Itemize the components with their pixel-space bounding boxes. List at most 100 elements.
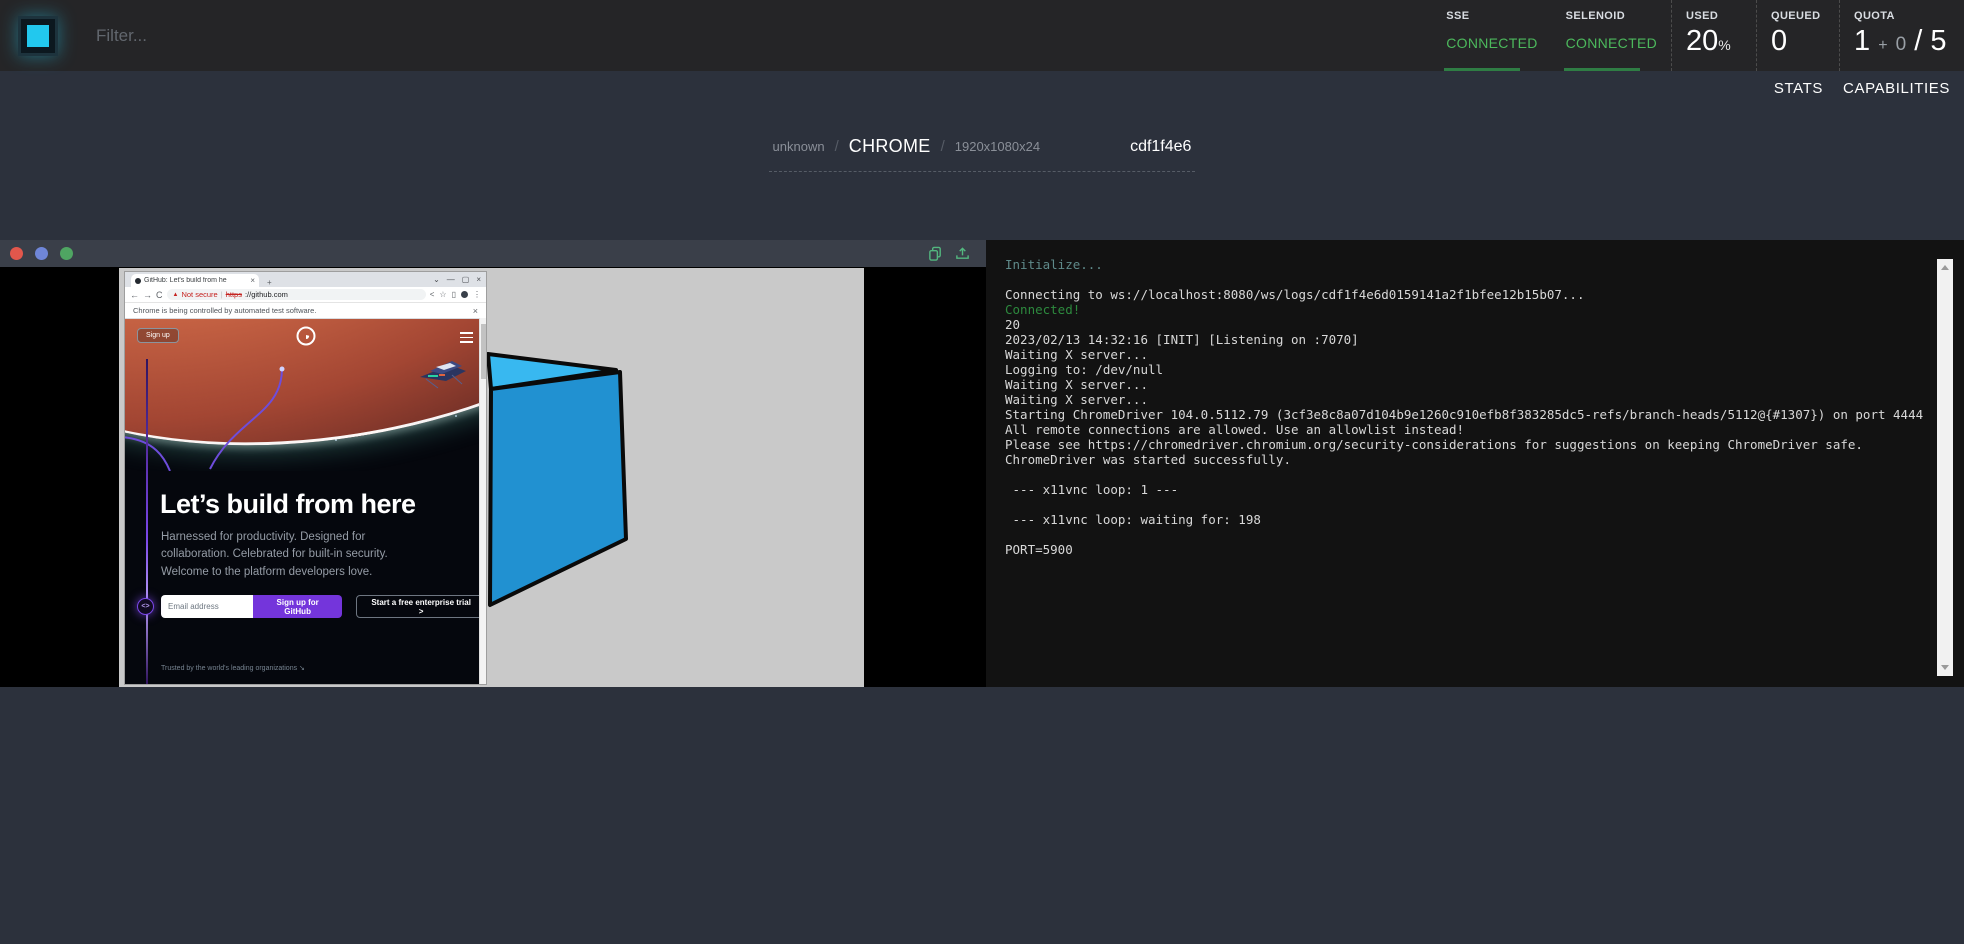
session-log-panel: Initialize... Connecting to ws://localho… <box>986 240 1964 687</box>
used-value: 20% <box>1686 25 1742 58</box>
top-bar: SSE CONNECTED SELENOID CONNECTED USED 20… <box>0 0 1964 71</box>
spaceship-art <box>416 357 468 391</box>
log-output: Initialize... Connecting to ws://localho… <box>986 240 1964 557</box>
tab-group-icon[interactable]: ▯ <box>452 290 456 299</box>
log-line: Connected! <box>1005 302 1924 317</box>
browser-menu-caret-icon[interactable]: ⌄ <box>433 275 440 284</box>
new-tab-button[interactable]: + <box>267 278 272 287</box>
vnc-body: GitHub: Let's build from he × + ⌄ — ▢ × … <box>0 267 986 687</box>
status-selenoid: SELENOID CONNECTED <box>1552 0 1671 71</box>
log-line: Please see https://chromedriver.chromium… <box>1005 437 1924 452</box>
quota-value: 1 + 0 / 5 <box>1854 25 1950 58</box>
window-close-button[interactable] <box>10 247 23 260</box>
selenoid-ui-logo[interactable] <box>18 16 58 56</box>
quota-label: QUOTA <box>1854 10 1950 22</box>
address-bar[interactable]: ▲ Not secure | https ://github.com <box>167 289 426 300</box>
sse-connected-indicator <box>1444 68 1520 71</box>
browser-tabstrip: GitHub: Let's build from he × + ⌄ — ▢ × <box>125 272 486 287</box>
tab-stats[interactable]: STATS <box>1774 80 1823 97</box>
remote-chrome-browser: GitHub: Let's build from he × + ⌄ — ▢ × … <box>124 271 487 685</box>
url-text: ://github.com <box>245 290 288 299</box>
vnc-remote-screen[interactable]: GitHub: Let's build from he × + ⌄ — ▢ × … <box>119 268 864 687</box>
reload-icon[interactable]: C <box>156 290 163 300</box>
profile-avatar[interactable] <box>461 291 468 298</box>
trusted-orgs-text: Trusted by the world's leading organizat… <box>161 664 305 672</box>
github-logo-icon[interactable] <box>296 326 316 346</box>
browser-tab[interactable]: GitHub: Let's build from he × <box>131 274 259 287</box>
status-queued: QUEUED 0 <box>1756 0 1839 71</box>
session-resolution: 1920x1080x24 <box>955 139 1040 154</box>
sse-label: SSE <box>1446 10 1537 22</box>
used-label: USED <box>1686 10 1742 22</box>
kebab-menu-icon[interactable]: ⋮ <box>473 290 481 299</box>
toolbar-right-icons: < ☆ ▯ ⋮ <box>430 290 481 299</box>
logo-square-icon <box>27 25 49 47</box>
log-line <box>1005 467 1924 482</box>
browser-close-icon[interactable]: × <box>476 275 481 284</box>
status-group: SSE CONNECTED SELENOID CONNECTED USED 20… <box>1432 0 1964 71</box>
log-line: All remote connections are allowed. Use … <box>1005 422 1924 437</box>
tab-capabilities[interactable]: CAPABILITIES <box>1843 80 1950 97</box>
window-maximize-button[interactable] <box>60 247 73 260</box>
selenoid-label: SELENOID <box>1566 10 1657 22</box>
window-minimize-button[interactable] <box>35 247 48 260</box>
log-line: ChromeDriver was started successfully. <box>1005 452 1924 467</box>
log-line: Waiting X server... <box>1005 377 1924 392</box>
session-browser: CHROME <box>849 136 931 157</box>
url-scheme: https <box>226 290 242 299</box>
log-line: 2023/02/13 14:32:16 [INIT] [Listening on… <box>1005 332 1924 347</box>
github-subheading: Harnessed for productivity. Designed for… <box>161 529 433 581</box>
log-line: PORT=5900 <box>1005 542 1924 557</box>
session-separator: / <box>835 138 839 155</box>
github-favicon <box>135 278 141 284</box>
infobar-close-icon[interactable]: × <box>473 306 478 316</box>
scroll-up-icon[interactable] <box>1941 265 1949 270</box>
github-page: Sign up Let’s build from here Harnessed … <box>125 319 486 684</box>
session-row[interactable]: unknown / CHROME / 1920x1080x24 cdf1f4e6 <box>769 130 1196 172</box>
address-divider: | <box>221 290 223 299</box>
filter-input[interactable] <box>96 26 516 46</box>
vnc-window: GitHub: Let's build from he × + ⌄ — ▢ × … <box>0 240 986 687</box>
browser-scrollbar[interactable] <box>479 318 486 684</box>
signup-for-github-button[interactable]: Sign up for GitHub <box>253 595 342 618</box>
view-tabs: STATS CAPABILITIES <box>1774 80 1950 97</box>
log-line: Logging to: /dev/null <box>1005 362 1924 377</box>
email-field[interactable] <box>161 595 253 618</box>
status-sse: SSE CONNECTED <box>1432 0 1551 71</box>
glow-line-art <box>146 359 148 684</box>
sse-value: CONNECTED <box>1446 35 1537 51</box>
session-name: unknown <box>773 139 825 154</box>
infobar-text: Chrome is being controlled by automated … <box>133 306 316 315</box>
tab-title: GitHub: Let's build from he <box>144 277 247 284</box>
selenoid-value: CONNECTED <box>1566 35 1657 51</box>
back-icon[interactable]: ← <box>130 290 139 300</box>
status-used: USED 20% <box>1671 0 1756 71</box>
browser-scrollbar-thumb[interactable] <box>481 324 486 379</box>
code-badge-icon: <> <box>137 598 154 615</box>
forward-icon[interactable]: → <box>143 290 152 300</box>
share-icon[interactable]: < <box>430 290 435 299</box>
queued-label: QUEUED <box>1771 10 1825 22</box>
vnc-window-header <box>0 240 986 267</box>
hamburger-menu-icon[interactable] <box>460 332 473 346</box>
browser-maximize-icon[interactable]: ▢ <box>462 275 470 284</box>
tab-close-icon[interactable]: × <box>250 276 255 285</box>
enterprise-trial-button[interactable]: Start a free enterprise trial > <box>356 595 486 618</box>
log-line <box>1005 497 1924 512</box>
status-quota: QUOTA 1 + 0 / 5 <box>1839 0 1964 71</box>
browser-toolbar: ← → C ▲ Not secure | https ://github.com… <box>125 287 486 303</box>
scroll-down-icon[interactable] <box>1941 665 1949 670</box>
copy-icon[interactable] <box>928 246 943 261</box>
log-line <box>1005 272 1924 287</box>
github-signup-button[interactable]: Sign up <box>137 328 179 343</box>
log-scrollbar[interactable] <box>1937 259 1953 676</box>
github-heading: Let’s build from here <box>160 489 480 520</box>
upload-icon[interactable] <box>955 246 970 261</box>
session-separator: / <box>941 138 945 155</box>
selenoid-connected-indicator <box>1564 68 1640 71</box>
browser-minimize-icon[interactable]: — <box>447 275 455 284</box>
session-row-container: unknown / CHROME / 1920x1080x24 cdf1f4e6 <box>0 130 1964 172</box>
log-line: Initialize... <box>1005 257 1924 272</box>
log-line: --- x11vnc loop: 1 --- <box>1005 482 1924 497</box>
bookmark-star-icon[interactable]: ☆ <box>439 290 446 299</box>
